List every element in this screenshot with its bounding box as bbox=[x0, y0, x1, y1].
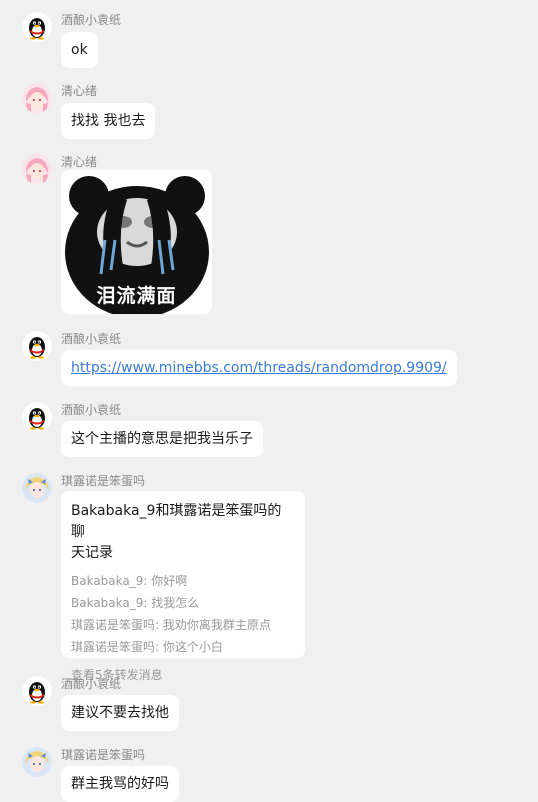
penguin-avatar-icon[interactable] bbox=[22, 331, 52, 361]
message-bubble[interactable]: 群主我骂的好吗 bbox=[61, 766, 179, 802]
message-text: ok bbox=[71, 42, 88, 58]
forwarded-chat-card[interactable]: Bakabaka_9和琪露诺是笨蛋吗的聊 天记录 Bakabaka_9: 你好啊 … bbox=[61, 491, 305, 682]
anime-avatar-icon[interactable] bbox=[22, 154, 52, 184]
sender-name: 琪露诺是笨蛋吗 bbox=[61, 748, 146, 762]
penguin-avatar-icon[interactable] bbox=[22, 402, 52, 432]
sender-name: 酒酿小袁纸 bbox=[61, 332, 122, 346]
sticker-caption: 泪流满面 bbox=[96, 285, 177, 307]
sender-name: 酒酿小袁纸 bbox=[61, 677, 122, 691]
sender-name: 酒酿小袁纸 bbox=[61, 13, 122, 27]
message-text: 建议不要去找他 bbox=[71, 705, 169, 721]
forward-line: 琪露诺是笨蛋吗: 我劝你离我群主原点 bbox=[71, 618, 271, 632]
penguin-avatar-icon[interactable] bbox=[22, 12, 52, 42]
forward-line: 琪露诺是笨蛋吗: 你这个小白 bbox=[71, 640, 223, 654]
sender-name: 清心绪 bbox=[61, 155, 98, 169]
anime-avatar-icon[interactable] bbox=[22, 747, 52, 777]
sticker-image[interactable]: 泪流满面 bbox=[61, 170, 212, 314]
sender-name: 琪露诺是笨蛋吗 bbox=[61, 474, 146, 488]
forward-line: Bakabaka_9: 找我怎么 bbox=[71, 596, 200, 610]
message-text: 群主我骂的好吗 bbox=[71, 776, 169, 792]
sender-name: 酒酿小袁纸 bbox=[61, 403, 122, 417]
penguin-avatar-icon[interactable] bbox=[22, 676, 52, 706]
message-bubble[interactable]: https://www.minebbs.com/threads/randomdr… bbox=[61, 350, 457, 386]
anime-avatar-icon[interactable] bbox=[22, 83, 52, 113]
anime-avatar-icon[interactable] bbox=[22, 473, 52, 503]
message-bubble[interactable]: 建议不要去找他 bbox=[61, 695, 179, 731]
message-text: 找找 我也去 bbox=[71, 113, 146, 129]
message-text: 这个主播的意思是把我当乐子 bbox=[71, 431, 253, 447]
url-link[interactable]: https://www.minebbs.com/threads/randomdr… bbox=[71, 360, 447, 376]
chat-message-list[interactable]: 酒酿小袁纸 ok 清心绪 找找 我也去 清心绪 泪流满面 酒酿小袁纸 https… bbox=[0, 0, 538, 802]
message-bubble[interactable]: ok bbox=[61, 32, 98, 68]
sender-name: 清心绪 bbox=[61, 84, 98, 98]
forward-title: Bakabaka_9和琪露诺是笨蛋吗的聊 天记录 bbox=[71, 503, 282, 561]
message-bubble[interactable]: 找找 我也去 bbox=[61, 103, 156, 139]
forward-line: Bakabaka_9: 你好啊 bbox=[71, 574, 188, 588]
message-bubble[interactable]: 这个主播的意思是把我当乐子 bbox=[61, 421, 263, 457]
